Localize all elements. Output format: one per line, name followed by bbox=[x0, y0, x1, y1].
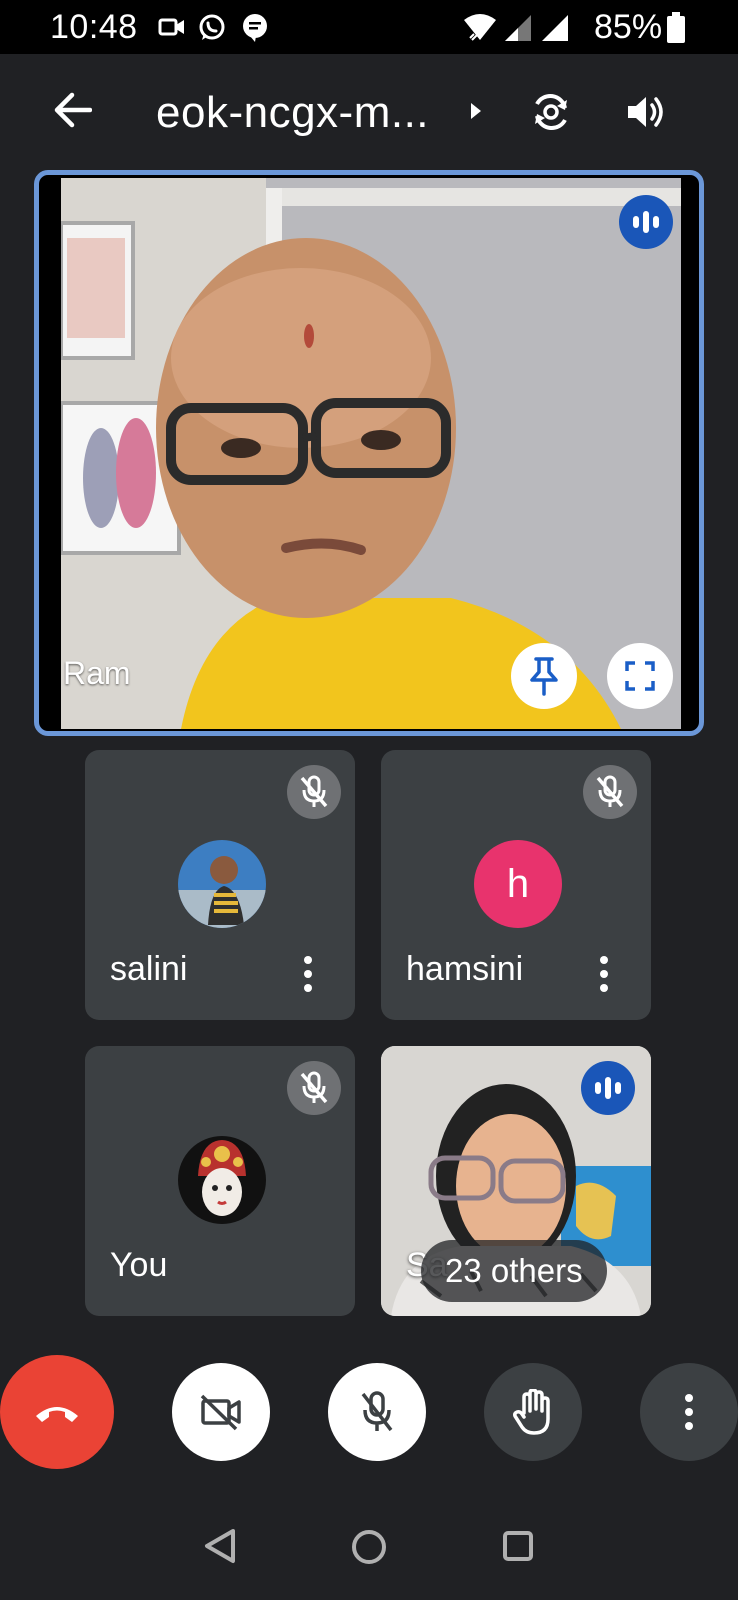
raise-hand-button[interactable] bbox=[484, 1363, 582, 1461]
mic-muted-icon bbox=[583, 765, 637, 819]
more-options-icon bbox=[674, 1390, 704, 1434]
battery-icon bbox=[665, 12, 687, 44]
mic-off-icon bbox=[361, 1391, 393, 1432]
chevron-right-icon[interactable] bbox=[466, 96, 486, 126]
participant-tile-salini[interactable]: salini bbox=[85, 750, 355, 1020]
participant-tile-hamsini[interactable]: h hamsini bbox=[381, 750, 651, 1020]
mic-muted-icon bbox=[287, 765, 341, 819]
avatar: h bbox=[474, 840, 562, 928]
chat-bubble-icon bbox=[241, 13, 269, 42]
participant-name: You bbox=[110, 1246, 168, 1284]
more-options-icon[interactable] bbox=[293, 952, 323, 996]
speaking-indicator-icon bbox=[581, 1061, 635, 1115]
pin-icon[interactable] bbox=[511, 643, 577, 709]
mic-muted-icon bbox=[287, 1061, 341, 1115]
back-triangle-icon[interactable] bbox=[200, 1526, 240, 1566]
status-bar: 10:48 85% bbox=[0, 0, 738, 54]
home-circle-icon[interactable] bbox=[348, 1526, 390, 1568]
participant-name: hamsini bbox=[406, 950, 524, 988]
fullscreen-icon[interactable] bbox=[607, 643, 673, 709]
signal-icon bbox=[503, 13, 533, 41]
more-options-icon[interactable] bbox=[589, 952, 619, 996]
recents-square-icon[interactable] bbox=[498, 1526, 538, 1566]
main-video-tile[interactable]: Ram bbox=[34, 170, 704, 736]
signal-icon bbox=[540, 13, 570, 41]
speaker-icon[interactable] bbox=[622, 88, 670, 136]
back-arrow-icon[interactable] bbox=[48, 82, 98, 138]
main-tile-name: Ram bbox=[63, 655, 131, 691]
navigation-bar bbox=[0, 1480, 738, 1600]
camera-off-icon bbox=[200, 1394, 241, 1431]
end-call-button[interactable] bbox=[0, 1355, 114, 1469]
participant-name: salini bbox=[110, 950, 188, 988]
mic-toggle-button[interactable] bbox=[328, 1363, 426, 1461]
avatar bbox=[178, 840, 266, 928]
battery-percent: 85% bbox=[594, 8, 663, 46]
raise-hand-icon bbox=[513, 1389, 550, 1435]
more-options-button[interactable] bbox=[640, 1363, 738, 1461]
switch-camera-icon[interactable] bbox=[527, 88, 575, 136]
end-call-icon bbox=[36, 1407, 78, 1422]
meeting-title[interactable]: eok-ncgx-m... bbox=[156, 88, 429, 138]
clock: 10:48 bbox=[50, 8, 138, 46]
participant-tile-you[interactable]: You bbox=[85, 1046, 355, 1316]
others-count-pill[interactable]: 23 others bbox=[421, 1240, 607, 1302]
participant-tile-others[interactable]: Sa 23 others bbox=[381, 1046, 651, 1316]
avatar bbox=[178, 1136, 266, 1224]
camera-toggle-button[interactable] bbox=[172, 1363, 270, 1461]
main-video-feed bbox=[61, 178, 681, 729]
wifi-icon bbox=[462, 12, 498, 41]
whatsapp-icon bbox=[197, 13, 225, 41]
video-call-icon bbox=[158, 13, 186, 41]
speaking-indicator-icon bbox=[619, 195, 673, 249]
